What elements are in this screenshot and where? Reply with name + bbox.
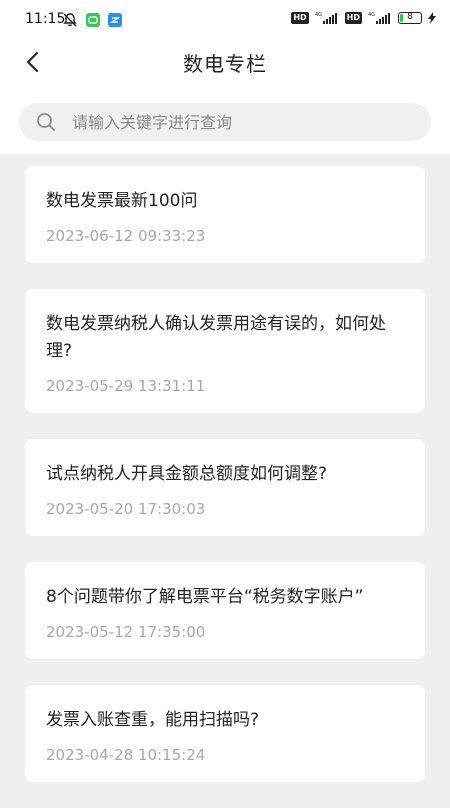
article-date: 2023-05-29 13:31:11 [46, 377, 206, 395]
article-title: 数电发票最新100问 [46, 191, 198, 211]
app-notification-icon [86, 13, 100, 27]
page-header: 数电专栏 [0, 40, 450, 154]
article-date: 2023-06-12 09:33:23 [46, 227, 206, 245]
page-title: 数电专栏 [183, 52, 267, 76]
network-type-label-2: 4G [368, 12, 375, 18]
app-notification-icon-2 [108, 13, 122, 27]
article-list: 数电发票最新100问 2023-06-12 09:33:23 数电发票纳税人确认… [25, 166, 425, 808]
network-type-label: 4G [315, 12, 322, 18]
battery-icon: 8 [398, 12, 422, 24]
system-status-icons: HD 4G HD 4G 8 [291, 11, 436, 25]
hd-badge-2: HD [344, 12, 362, 24]
status-time: 11:15 [25, 11, 66, 27]
article-card[interactable]: 8个问题带你了解电票平台“税务数字账户” 2023-05-12 17:35:00 [25, 562, 425, 659]
search-input[interactable] [70, 111, 394, 133]
signal-icon-2: 4G [368, 12, 390, 24]
article-card[interactable]: 试点纳税人开具金额总额度如何调整? 2023-05-20 17:30:03 [25, 439, 425, 536]
article-date: 2023-04-28 10:15:24 [46, 746, 206, 764]
article-title: 试点纳税人开具金额总额度如何调整? [46, 464, 328, 484]
bell-muted-icon [63, 13, 77, 27]
article-title: 数电发票纳税人确认发票用途有误的，如何处理? [46, 314, 386, 361]
article-title: 发票入账查重，能用扫描吗? [46, 710, 260, 730]
search-icon [37, 113, 55, 131]
search-bar[interactable] [19, 103, 431, 141]
battery-level: 8 [407, 12, 413, 22]
article-date: 2023-05-20 17:30:03 [46, 500, 206, 518]
charging-bolt-icon [428, 12, 436, 24]
article-title: 8个问题带你了解电票平台“税务数字账户” [46, 587, 364, 607]
hd-badge: HD [291, 12, 309, 24]
article-date: 2023-05-12 17:35:00 [46, 623, 206, 641]
signal-icon: 4G [315, 12, 337, 24]
status-bar: 11:15 HD 4G HD 4G 8 [0, 0, 450, 40]
article-card[interactable]: 数电发票纳税人确认发票用途有误的，如何处理? 2023-05-29 13:31:… [25, 289, 425, 413]
article-card[interactable]: 发票入账查重，能用扫描吗? 2023-04-28 10:15:24 [25, 685, 425, 782]
article-card[interactable]: 数电发票最新100问 2023-06-12 09:33:23 [25, 166, 425, 263]
notification-icons [62, 12, 122, 28]
